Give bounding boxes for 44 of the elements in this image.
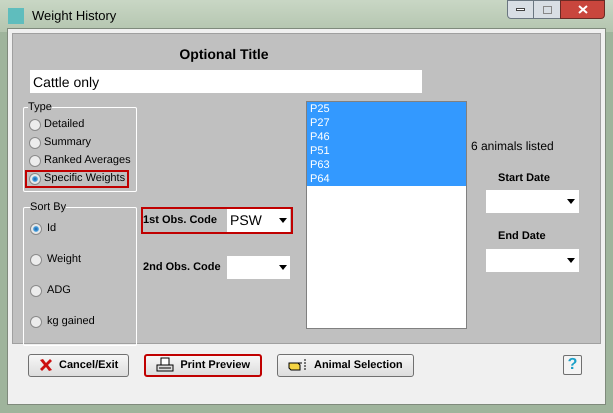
caret-icon (279, 264, 287, 270)
field-label: 1st Obs. Code (143, 212, 218, 228)
printer-icon (156, 357, 174, 373)
radio-button[interactable] (29, 172, 41, 184)
radio-option[interactable]: Id (30, 220, 130, 238)
radio-button[interactable] (30, 254, 42, 266)
close-icon (578, 5, 588, 14)
caret-icon (279, 218, 287, 222)
radio-button[interactable] (30, 222, 42, 234)
caret-icon (567, 199, 575, 204)
field-label: 2nd Obs. Code (143, 260, 222, 275)
radio-button[interactable] (29, 154, 41, 166)
title-label: Optional Title (178, 45, 270, 64)
radio-button[interactable] (29, 136, 41, 148)
radio-option[interactable]: ADG (30, 282, 130, 300)
radio-option[interactable]: Detailed (25, 116, 88, 134)
dialog-button[interactable]: Animal Selection (277, 354, 414, 376)
x-icon (39, 358, 53, 372)
radio-button[interactable] (30, 284, 42, 296)
obs-code-dropdown[interactable]: PSW (227, 208, 290, 232)
window-title: Weight History (32, 7, 116, 26)
radio-option[interactable]: Ranked Averages (25, 152, 135, 170)
radio-option[interactable]: Specific Weights (25, 170, 130, 188)
date-label: Start Date (498, 170, 551, 186)
date-dropdown[interactable] (486, 248, 579, 272)
radio-option[interactable]: kg gained (30, 312, 130, 330)
radio-button[interactable] (29, 118, 41, 130)
pointing-hand-icon (288, 358, 308, 372)
group-label: Type (28, 100, 52, 114)
close-button[interactable] (560, 0, 605, 19)
caret-icon (567, 258, 575, 262)
obs-code-dropdown[interactable] (227, 256, 290, 278)
maximize-button[interactable] (534, 0, 560, 19)
dialog-button[interactable]: Print Preview (144, 354, 262, 376)
dialog-button[interactable]: Cancel/Exit (28, 354, 130, 376)
count-text: 6 animals listed (471, 138, 555, 154)
app-icon (8, 8, 24, 24)
radio-option[interactable]: Weight (30, 250, 130, 268)
group-label: Sort By (30, 200, 66, 214)
radio-option[interactable]: Summary (25, 134, 96, 152)
date-label: End Date (498, 229, 547, 244)
radio-button[interactable] (30, 316, 42, 328)
minimize-button[interactable] (507, 0, 534, 19)
title-field[interactable]: Cattle only (30, 70, 422, 93)
